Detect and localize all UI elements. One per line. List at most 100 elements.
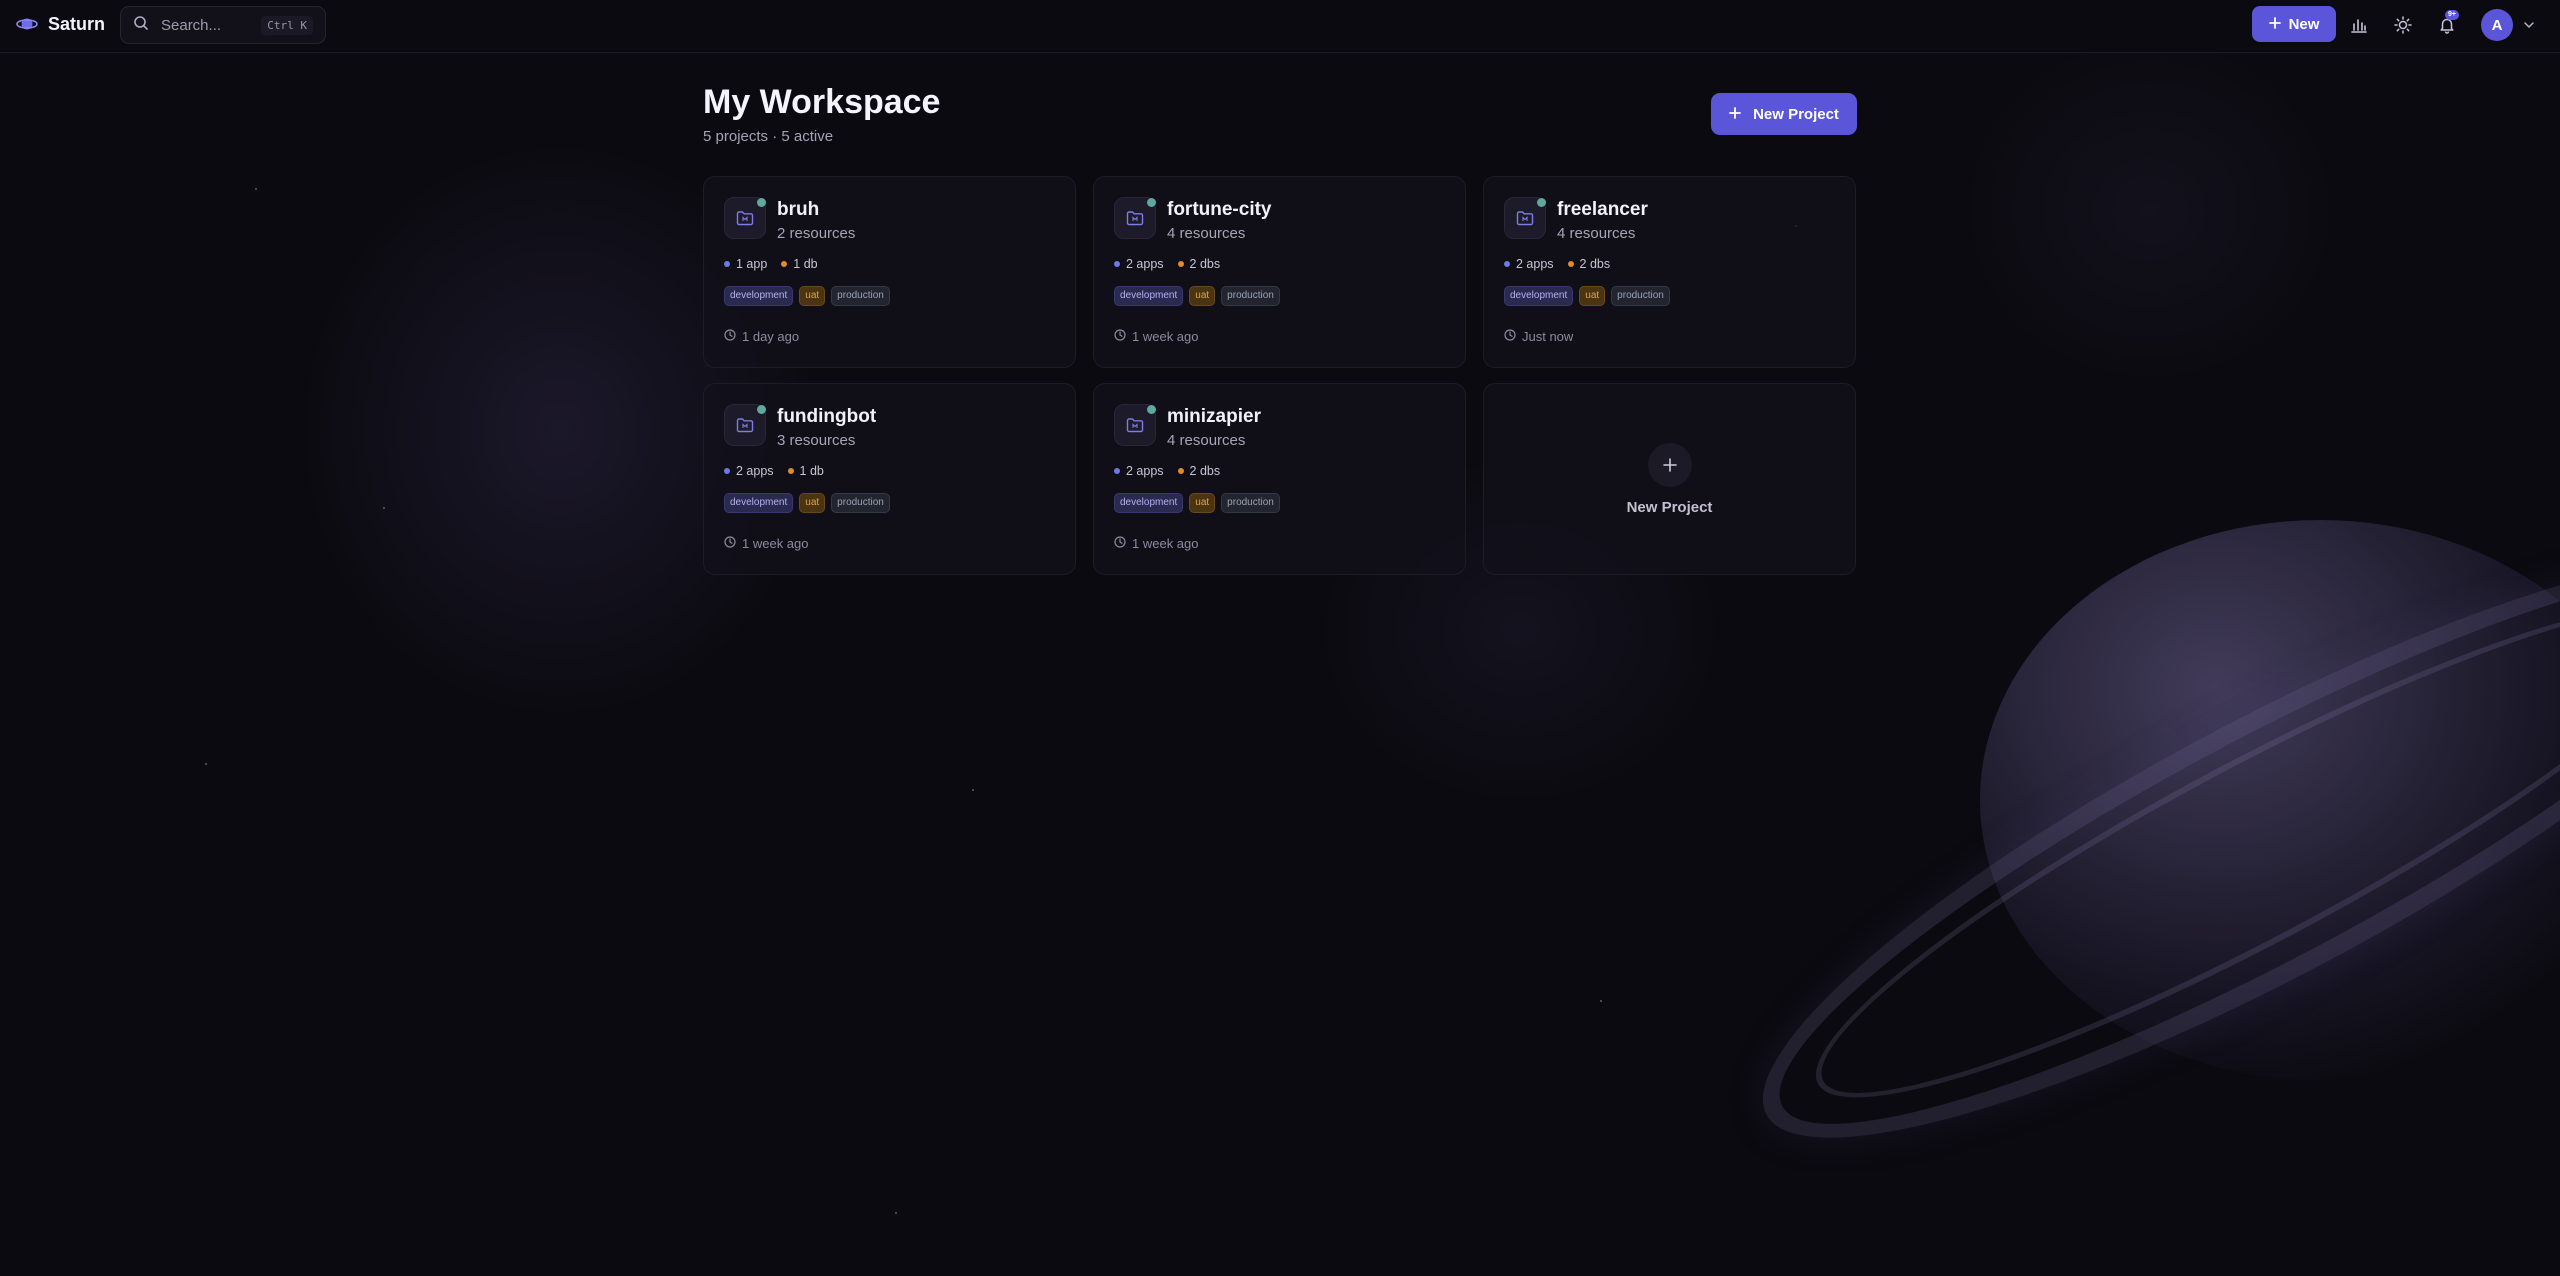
project-card[interactable]: fortune-city 4 resources 2 apps 2 dbs de… [1093, 176, 1466, 368]
environment-tags: development uat production [1504, 286, 1670, 306]
last-updated: Just now [1504, 329, 1573, 344]
status-indicator [757, 198, 766, 207]
project-card[interactable]: fundingbot 3 resources 2 apps 1 db devel… [703, 383, 1076, 575]
saturn-logo-icon [16, 13, 38, 35]
last-updated-label: 1 week ago [1132, 329, 1199, 344]
page-subtitle: 5 projects · 5 active [703, 128, 834, 145]
new-button[interactable]: New [2252, 6, 2336, 42]
tag-development: development [1114, 286, 1184, 306]
bar-chart-icon[interactable] [2348, 14, 2370, 36]
clock-icon [724, 329, 736, 344]
project-name: fortune-city [1167, 199, 1272, 220]
project-resources: 4 resources [1557, 225, 1636, 242]
chevron-down-icon[interactable] [2518, 14, 2540, 36]
apps-label: 2 apps [1126, 257, 1164, 271]
dbs-label: 1 db [799, 464, 824, 478]
dbs-count: 2 dbs [1177, 464, 1221, 478]
tag-production: production [1221, 286, 1280, 306]
status-indicator [1537, 198, 1546, 207]
db-dot-icon [1177, 468, 1184, 474]
apps-count: 1 app [724, 257, 767, 271]
tag-uat: uat [1189, 286, 1216, 306]
project-name: bruh [777, 199, 820, 220]
last-updated-label: Just now [1522, 329, 1574, 344]
last-updated: 1 day ago [724, 329, 799, 344]
app-dot-icon [1114, 261, 1120, 267]
tag-development: development [1114, 493, 1184, 513]
new-project-button-label: New Project [1753, 105, 1839, 123]
db-dot-icon [1567, 261, 1574, 267]
dbs-label: 2 dbs [1189, 464, 1221, 478]
status-indicator [1147, 405, 1156, 414]
plus-icon [1647, 442, 1692, 487]
new-project-button[interactable]: New Project [1711, 93, 1857, 135]
dbs-count: 2 dbs [1567, 257, 1610, 271]
project-card[interactable]: bruh 2 resources 1 app 1 db development … [703, 176, 1076, 368]
project-name: freelancer [1557, 199, 1648, 220]
workspace-main: My Workspace 5 projects · 5 active New P… [703, 80, 1857, 575]
tag-uat: uat [1579, 286, 1606, 306]
db-dot-icon [781, 261, 788, 267]
star [1600, 1000, 1602, 1002]
plus-icon [2268, 16, 2281, 33]
notification-badge: 9+ [2445, 10, 2459, 20]
tag-development: development [724, 493, 794, 513]
dbs-count: 1 db [787, 464, 824, 478]
top-bar: Saturn Search... Ctrl K New 9+ A [0, 0, 2560, 53]
clock-icon [1114, 329, 1126, 344]
new-project-card[interactable]: New Project [1483, 383, 1856, 575]
status-indicator [1147, 198, 1156, 207]
project-resources: 2 resources [777, 225, 856, 242]
clock-icon [1114, 536, 1126, 551]
tag-uat: uat [799, 493, 826, 513]
tag-uat: uat [1189, 493, 1216, 513]
app-dot-icon [724, 468, 730, 474]
db-dot-icon [1177, 261, 1184, 267]
project-stats: 1 app 1 db [724, 257, 818, 271]
last-updated-label: 1 week ago [1132, 536, 1199, 551]
environment-tags: development uat production [724, 286, 890, 306]
project-card[interactable]: minizapier 4 resources 2 apps 2 dbs deve… [1093, 383, 1466, 575]
dbs-count: 1 db [781, 257, 818, 271]
plus-icon [1729, 106, 1741, 123]
star [972, 789, 974, 791]
app-dot-icon [1114, 468, 1120, 474]
dbs-count: 2 dbs [1177, 257, 1220, 271]
project-resources: 3 resources [777, 432, 856, 449]
project-stats: 2 apps 2 dbs [1114, 464, 1220, 478]
search-icon [133, 15, 149, 36]
apps-count: 2 apps [1114, 464, 1164, 478]
sun-icon[interactable] [2392, 14, 2414, 36]
project-resources: 4 resources [1167, 432, 1246, 449]
star [895, 1212, 897, 1214]
star [255, 188, 257, 190]
apps-label: 2 apps [1516, 257, 1554, 271]
last-updated: 1 week ago [724, 536, 809, 551]
avatar[interactable]: A [2481, 9, 2513, 41]
last-updated: 1 week ago [1114, 536, 1199, 551]
apps-count: 2 apps [1114, 257, 1164, 271]
tag-production: production [831, 286, 890, 306]
environment-tags: development uat production [724, 493, 890, 513]
last-updated-label: 1 week ago [742, 536, 809, 551]
tag-development: development [1504, 286, 1574, 306]
page-title: My Workspace [703, 83, 941, 121]
dbs-label: 1 db [793, 257, 818, 271]
star [383, 507, 385, 509]
brand[interactable]: Saturn [16, 13, 105, 35]
search-input[interactable]: Search... Ctrl K [120, 6, 326, 44]
status-indicator [757, 405, 766, 414]
clock-icon [1504, 329, 1516, 344]
db-dot-icon [787, 468, 794, 474]
project-stats: 2 apps 2 dbs [1114, 257, 1220, 271]
project-stats: 2 apps 2 dbs [1504, 257, 1610, 271]
tag-uat: uat [799, 286, 826, 306]
last-updated-label: 1 day ago [742, 329, 800, 344]
star [205, 763, 207, 765]
new-button-label: New [2288, 15, 2320, 33]
apps-label: 2 apps [1126, 464, 1164, 478]
app-dot-icon [1504, 261, 1510, 267]
apps-label: 2 apps [736, 464, 774, 478]
project-card[interactable]: freelancer 4 resources 2 apps 2 dbs deve… [1483, 176, 1856, 368]
tag-production: production [1221, 493, 1280, 513]
